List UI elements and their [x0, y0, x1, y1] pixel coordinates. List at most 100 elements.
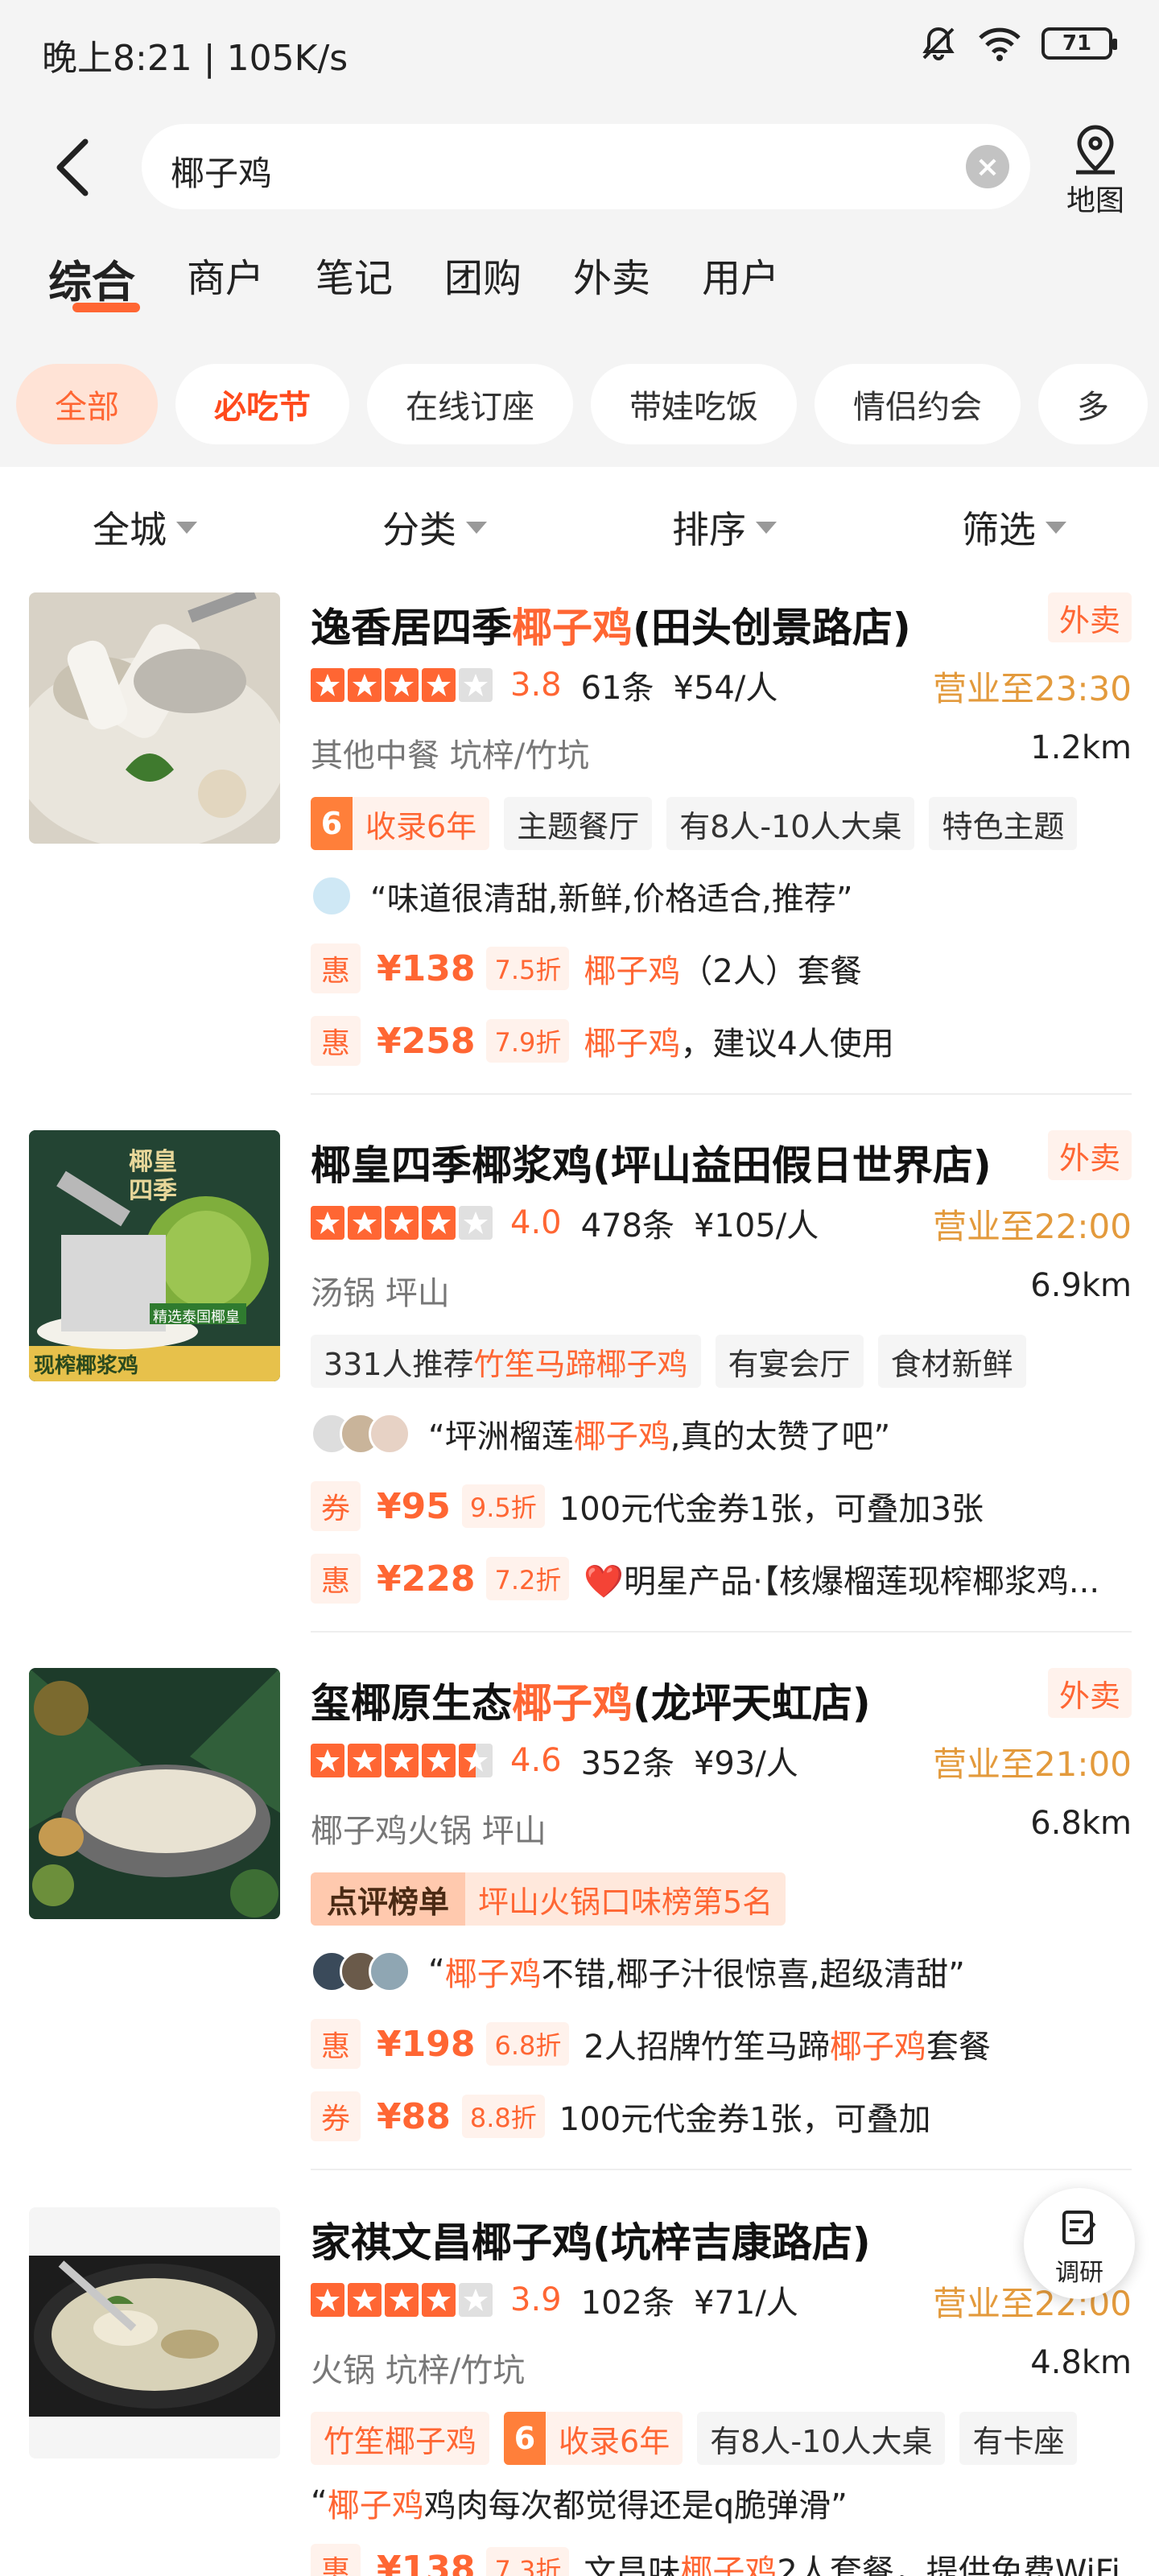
reviewer-avatars — [311, 1951, 422, 1992]
reviewer-avatars — [311, 875, 364, 917]
deal-discount: 7.2折 — [486, 1557, 570, 1600]
avg-price: ¥54/人 — [673, 670, 778, 707]
status-bar: 晚上8:21 | 105K/s 71 — [0, 0, 1159, 97]
tab-group-buy[interactable]: 团购 — [444, 246, 522, 319]
rating-score: 4.0 — [510, 1204, 562, 1241]
filter-label: 排序 — [672, 508, 746, 551]
chip-with-kids[interactable]: 带娃吃饭 — [591, 364, 797, 444]
distance: 6.8km — [1030, 1805, 1132, 1842]
clear-search-button[interactable]: × — [966, 145, 1009, 188]
survey-button[interactable]: 调研 — [1024, 2188, 1135, 2299]
shop-card[interactable]: 椰皇 四季 现榨椰浆鸡 精选泰国椰皇 椰皇四季椰浆鸡(坪山益田假日世界店) 外卖… — [0, 1130, 1159, 1645]
deal-highlight: 椰子鸡 — [584, 1026, 681, 1063]
tab-comprehensive[interactable]: 综合 — [48, 246, 140, 319]
star-icon — [459, 2283, 493, 2317]
deal-type: 惠 — [311, 1016, 361, 1066]
star-icon — [385, 1206, 419, 1240]
review-snippet: “味道很清甜,新鲜,价格适合,推荐” — [311, 873, 853, 919]
chip-online-booking[interactable]: 在线订座 — [367, 364, 573, 444]
rating-score: 3.9 — [510, 2281, 562, 2318]
deal-row[interactable]: 惠 ¥138 7.5折 椰子鸡 （2人）套餐 — [311, 943, 862, 993]
status-icons: 71 — [919, 24, 1117, 63]
years-text: 收录6年 — [365, 808, 477, 844]
chip-all[interactable]: 全部 — [16, 364, 158, 444]
review-snippet: “椰子鸡 不错,椰子汁很惊喜,超级清甜” — [311, 1948, 965, 1995]
shop-card[interactable]: 逸香居四季椰子鸡(田头创景路店) 外卖 3.8 61条 ¥54/人 营业至23:… — [0, 592, 1159, 1108]
rating-row: 4.6 352条 ¥93/人 — [311, 1737, 798, 1784]
rating-score: 3.8 — [510, 667, 562, 704]
deal-row[interactable]: 券 ¥95 9.5折 100元代金券1张，可叠加3张 — [311, 1481, 984, 1531]
shop-card[interactable]: 家祺文昌椰子鸡(坑梓吉康路店) 3.9 102条 ¥71/人 营业至22:00 … — [0, 2207, 1159, 2576]
title-highlight: 椰子鸡 — [512, 1680, 633, 1727]
review-text: “味道很清甜,新鲜,价格适合,推荐” — [370, 881, 853, 918]
review-count: 352条 — [580, 1745, 674, 1782]
deal-price: ¥95 — [377, 1485, 451, 1527]
ranking-badge[interactable]: 点评榜单 坪山火锅口味榜第5名 — [311, 1872, 786, 1926]
chip-date[interactable]: 情侣约会 — [815, 364, 1021, 444]
deal-text: 套餐 — [926, 2029, 991, 2066]
star-icon — [348, 668, 382, 702]
search-input[interactable]: 椰子鸡 × — [142, 124, 1030, 209]
feature-tag: 有卡座 — [959, 2412, 1078, 2465]
tab-users[interactable]: 用户 — [702, 246, 779, 319]
feature-tag: 特色主题 — [929, 797, 1078, 850]
years-number: 6 — [311, 797, 353, 850]
star-icon — [348, 2283, 382, 2317]
avg-price: ¥71/人 — [693, 2285, 798, 2322]
deal-text: 文昌味 — [584, 2553, 681, 2576]
shop-photo — [29, 592, 280, 844]
deal-discount: 9.5折 — [461, 1484, 545, 1528]
deal-text: ❤️明星产品·【核爆榴莲现榨椰浆鸡... — [584, 1563, 1100, 1600]
rating-row: 4.0 478条 ¥105/人 — [311, 1199, 819, 1246]
back-button[interactable] — [48, 135, 105, 200]
thumb-text-brand: 四季 — [129, 1177, 177, 1205]
filter-city[interactable]: 全城 — [0, 475, 290, 580]
deal-row[interactable]: 惠 ¥198 6.8折 2人招牌竹笙马蹄 椰子鸡 套餐 — [311, 2019, 991, 2069]
filter-sort[interactable]: 排序 — [580, 475, 869, 580]
deal-row[interactable]: 惠 ¥258 7.9折 椰子鸡 ，建议4人使用 — [311, 1016, 894, 1066]
deal-type: 惠 — [311, 1554, 361, 1604]
title-text: (田头创景路店) — [633, 605, 911, 651]
avatar — [369, 1413, 410, 1455]
tab-delivery[interactable]: 外卖 — [573, 246, 650, 319]
filter-category[interactable]: 分类 — [290, 475, 580, 580]
deal-row[interactable]: 券 ¥88 8.8折 100元代金券1张，可叠加 — [311, 2091, 931, 2141]
star-rating — [311, 1744, 493, 1777]
tab-notes[interactable]: 笔记 — [316, 246, 393, 319]
ranking-head: 点评榜单 — [311, 1872, 466, 1926]
deal-type: 券 — [311, 2091, 361, 2141]
thumb-text-product: 现榨椰浆鸡 — [34, 1354, 139, 1378]
deal-type: 券 — [311, 1481, 361, 1531]
map-button[interactable]: 地图 — [1051, 121, 1140, 217]
filter-label: 筛选 — [962, 508, 1036, 551]
title-text: 玺椰原生态 — [311, 1680, 512, 1727]
deal-row[interactable]: 惠 ¥138 7.3折 文昌味 椰子鸡 2人套餐，提供免费WiFi — [311, 2544, 1120, 2576]
tag-row: 点评榜单 坪山火锅口味榜第5名 — [311, 1872, 786, 1926]
shop-title: 家祺文昌椰子鸡(坑梓吉康路店) — [311, 2219, 871, 2266]
survey-label: 调研 — [1055, 2259, 1103, 2287]
chevron-left-icon — [56, 138, 89, 196]
reviewer-avatars — [311, 1413, 422, 1455]
deal-discount: 7.9折 — [486, 1019, 570, 1063]
feature-tag: 有8人-10人大桌 — [697, 2412, 946, 2465]
filter-screen[interactable]: 筛选 — [869, 475, 1159, 580]
tab-merchants[interactable]: 商户 — [187, 246, 264, 319]
deal-text: （2人）套餐 — [680, 953, 862, 990]
chip-more[interactable]: 多 — [1038, 364, 1148, 444]
chip-must-eat[interactable]: 必吃节 — [175, 364, 349, 444]
business-hours: 营业至21:00 — [932, 1744, 1132, 1784]
ranking-text: 坪山火锅口味榜第5名 — [478, 1884, 773, 1920]
deal-discount: 7.3折 — [486, 2547, 570, 2576]
star-icon — [422, 1744, 456, 1777]
deal-row[interactable]: 惠 ¥228 7.2折 ❤️明星产品·【核爆榴莲现榨椰浆鸡... — [311, 1554, 1099, 1604]
review-text: “坪洲榴莲 — [428, 1418, 574, 1455]
deal-text: 100元代金券1张，可叠加 — [559, 2101, 931, 2138]
shop-card[interactable]: 玺椰原生态椰子鸡(龙坪天虹店) 外卖 4.6 352条 ¥93/人 营业至21:… — [0, 1668, 1159, 2183]
category-chips: 全部 必吃节 在线订座 带娃吃饭 情侣约会 多 — [16, 364, 1148, 444]
star-icon — [422, 668, 456, 702]
tab-label: 外卖 — [573, 256, 651, 301]
avg-price: ¥105/人 — [693, 1208, 819, 1245]
star-icon — [311, 668, 344, 702]
star-icon — [459, 1744, 493, 1777]
feature-tag: 主题餐厅 — [504, 797, 653, 850]
